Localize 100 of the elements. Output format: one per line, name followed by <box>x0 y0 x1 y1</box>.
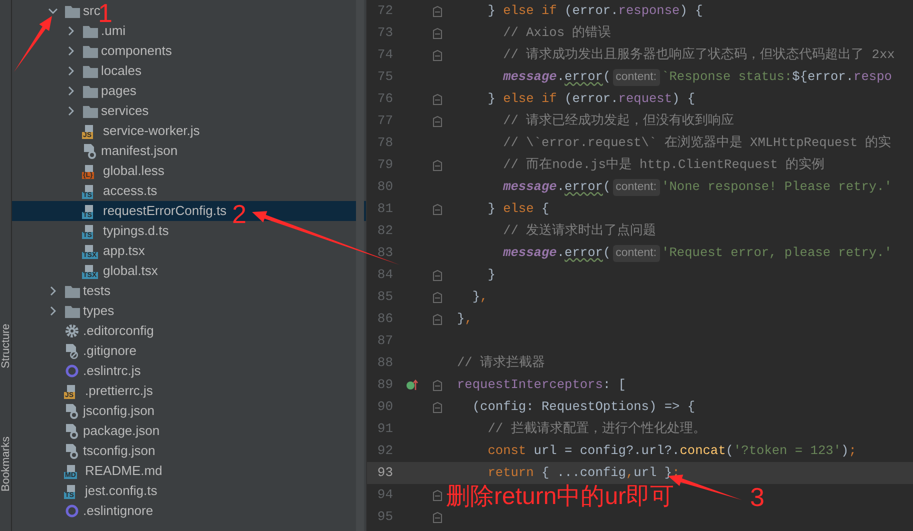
code-line: const url = config?.url?.concat('?token = 123'); <box>486 442 858 460</box>
code-line: (config: RequestOptions) => { <box>471 398 696 416</box>
line-number: 87 <box>376 332 393 350</box>
tree-item[interactable]: locales <box>64 61 142 81</box>
line-number: 88 <box>376 354 393 372</box>
file-icon <box>64 343 80 359</box>
tree-item[interactable]: manifest.json <box>64 141 178 161</box>
fold-marker-icon[interactable] <box>433 292 442 302</box>
line-number: 83 <box>376 244 393 262</box>
fold-marker-icon[interactable] <box>433 402 442 412</box>
fold-marker-icon[interactable] <box>433 204 442 214</box>
code-line: message.error( content: `Response status:${error.respo <box>502 68 893 88</box>
arrow-annotation <box>14 16 52 72</box>
tree-item[interactable]: .eslintignore <box>46 501 154 521</box>
annotation-note: 删除return中的ur即可 <box>446 482 674 512</box>
code-line: // 请求已经成功发起，但没有收到响应 <box>502 112 736 130</box>
line-number: 72 <box>376 2 393 20</box>
code-line: } <box>486 266 496 284</box>
file-icon <box>64 423 80 439</box>
folder-icon <box>82 83 98 99</box>
tree-item[interactable]: pages <box>64 81 136 101</box>
fold-marker-icon[interactable] <box>433 50 442 60</box>
parameter-hint: content: <box>612 244 660 262</box>
code-line: }, <box>471 288 489 306</box>
fold-marker-icon[interactable] <box>433 28 442 38</box>
code-line: message.error( content: 'None response! Please retry.' <box>502 178 893 198</box>
line-number: 78 <box>376 134 393 152</box>
code-line: } else { <box>486 200 550 218</box>
code-line: // 请求拦截器 <box>456 354 546 372</box>
code-line: // 请求成功发出且服务器也响应了状态码，但状态代码超出了 2xx <box>502 46 896 64</box>
fold-marker-icon[interactable] <box>433 490 442 500</box>
line-number: 82 <box>376 222 393 240</box>
line-number: 86 <box>376 310 393 328</box>
tree-item[interactable]: components <box>64 41 172 61</box>
tree-item[interactable]: types <box>46 301 114 321</box>
fold-marker-icon[interactable] <box>433 6 442 16</box>
tree-item[interactable]: package.json <box>46 421 160 441</box>
fold-marker-icon[interactable] <box>433 270 442 280</box>
ring-icon <box>64 363 80 379</box>
file-icon <box>82 143 98 159</box>
line-number: 77 <box>376 112 393 130</box>
fold-marker-icon[interactable] <box>433 116 442 126</box>
parameter-hint: content: <box>612 178 660 196</box>
code-line: requestInterceptors: [ <box>456 376 627 394</box>
line-number: 94 <box>376 486 393 504</box>
tree-item[interactable]: .eslintrc.js <box>46 361 141 381</box>
tree-item[interactable]: tests <box>46 281 110 301</box>
tool-window-tab[interactable]: Structure <box>0 312 12 380</box>
implemented-marker-icon[interactable] <box>406 379 418 391</box>
line-number: 85 <box>376 288 393 306</box>
code-line: // \`error.request\` 在浏览器中是 XMLHttpRequest 的实 <box>502 134 892 152</box>
fold-marker-icon[interactable] <box>433 314 442 324</box>
folder-icon <box>64 283 80 299</box>
code-line: // 发送请求时出了点问题 <box>502 222 658 240</box>
folder-icon <box>64 303 80 319</box>
tool-window-tab[interactable]: Bookmarks <box>0 430 12 498</box>
ring-icon <box>64 503 80 519</box>
annotation-number: 2 <box>232 199 246 229</box>
line-number: 76 <box>376 90 393 108</box>
tree-item[interactable]: services <box>64 101 149 121</box>
code-line: } else if (error.response) { <box>486 2 704 20</box>
code-line: // 拦截请求配置，进行个性化处理。 <box>486 420 707 438</box>
folder-icon <box>82 43 98 59</box>
tree-item[interactable]: jsconfig.json <box>46 401 155 421</box>
tree-item[interactable]: .gitignore <box>46 341 136 361</box>
line-number: 92 <box>376 442 393 460</box>
fold-marker-icon[interactable] <box>433 160 442 170</box>
line-number: 74 <box>376 46 393 64</box>
line-number: 80 <box>376 178 393 196</box>
line-number: 84 <box>376 266 393 284</box>
annotation-number: 3 <box>750 482 764 512</box>
line-number: 90 <box>376 398 393 416</box>
fold-marker-icon[interactable] <box>433 512 442 522</box>
code-line: }, <box>456 310 474 328</box>
folder-icon <box>82 103 98 119</box>
line-number: 79 <box>376 156 393 174</box>
folder-icon <box>64 3 80 19</box>
tree-item[interactable]: src <box>46 1 100 21</box>
line-number: 93 <box>376 464 393 482</box>
line-number: 89 <box>376 376 393 394</box>
code-line: // 而在node.js中是 http.ClientRequest 的实例 <box>502 156 826 174</box>
tree-item[interactable]: tsconfig.json <box>46 441 156 461</box>
line-number: 91 <box>376 420 393 438</box>
line-number: 95 <box>376 508 393 526</box>
line-number: 75 <box>376 68 393 86</box>
file-icon <box>64 443 80 459</box>
file-icon <box>64 403 80 419</box>
tree-item[interactable]: .umi <box>64 21 126 41</box>
code-line: } else if (error.request) { <box>486 90 696 108</box>
code-line: message.error( content: 'Request error, please retry.' <box>502 244 893 264</box>
fold-marker-icon[interactable] <box>433 94 442 104</box>
line-number: 81 <box>376 200 393 218</box>
folder-icon <box>82 23 98 39</box>
tree-item[interactable]: .editorconfig <box>46 321 154 341</box>
code-line: // Axios 的错误 <box>502 24 612 42</box>
folder-icon <box>82 63 98 79</box>
gear-icon <box>64 323 80 339</box>
fold-marker-icon[interactable] <box>433 380 442 390</box>
scrollbar[interactable] <box>356 0 364 531</box>
parameter-hint: content: <box>612 68 660 86</box>
